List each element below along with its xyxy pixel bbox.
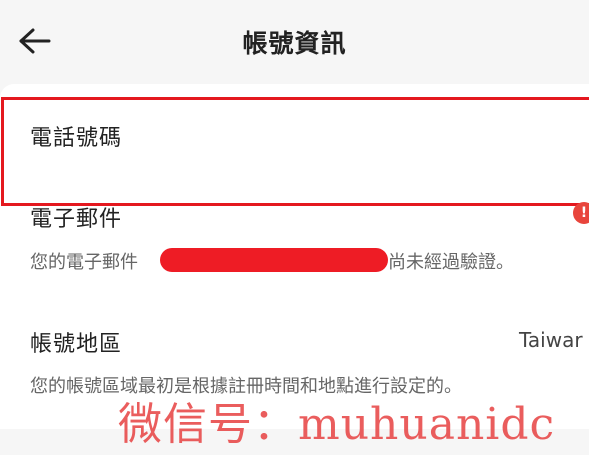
email-desc-prefix: 您的電子郵件 (30, 252, 138, 273)
region-value: Taiwar (519, 328, 583, 352)
email-row-label: 電子郵件 (30, 207, 123, 232)
alert-icon: ! (573, 202, 589, 224)
email-row-highlight[interactable] (1, 97, 589, 206)
email-desc-suffix: 尚未經過驗證。 (388, 252, 514, 273)
redaction-mark (160, 248, 388, 272)
watermark: 微信号：muhuanidc (118, 399, 556, 450)
page-title: 帳號資訊 (242, 29, 347, 58)
region-row-label[interactable]: 帳號地區 (30, 326, 122, 358)
app-header: 帳號資訊 (0, 0, 589, 84)
